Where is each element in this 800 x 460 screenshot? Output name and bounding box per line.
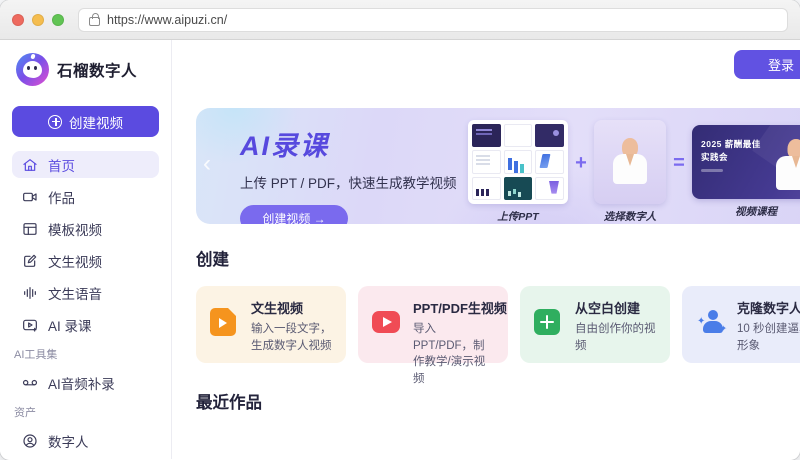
- main-content: 登录 ‹ AI录课 上传 PPT / PDF，快速生成教学视频 创建视频 → 上…: [172, 40, 800, 459]
- edit-icon: [24, 254, 37, 267]
- person-circle-icon: [23, 433, 37, 448]
- plus-circle-icon: [48, 114, 62, 129]
- template-icon: [23, 222, 37, 235]
- zoom-button[interactable]: [52, 13, 64, 26]
- digital-human-thumbnail: [594, 120, 666, 204]
- create-video-button[interactable]: 创建视频: [12, 106, 159, 137]
- ppt-thumbnail: [468, 120, 568, 204]
- section-assets-label: 资产: [14, 407, 36, 419]
- waveform-icon: [24, 286, 36, 299]
- step-upload-ppt: 上传PPT: [468, 120, 568, 224]
- login-button[interactable]: 登录: [734, 50, 800, 79]
- play-button-icon: [372, 311, 400, 333]
- card-clone-avatar[interactable]: ✦✦ 克隆数字人 10 秒创建逼真形象: [682, 286, 800, 363]
- hero-banner: ‹ AI录课 上传 PPT / PDF，快速生成教学视频 创建视频 → 上传PP…: [196, 108, 800, 224]
- sidebar-item-template-videos[interactable]: 模板视频: [12, 215, 159, 242]
- sidebar-item-audio-redub[interactable]: AI音频补录: [12, 369, 159, 396]
- brand-name: 石榴数字人: [57, 62, 138, 80]
- lock-icon: [89, 12, 100, 26]
- video-camera-icon: [23, 192, 37, 201]
- create-cards: 文生视频 输入一段文字，生成数字人视频 PPT/PDF生视频 导入PPT/PDF…: [196, 286, 800, 385]
- plus-sign: +: [575, 152, 587, 174]
- sidebar-item-digital-human[interactable]: 数字人: [12, 427, 159, 454]
- brand-logo-icon: [16, 53, 49, 86]
- screen: https://www.aipuzi.cn/ 石榴数字人 创建视频 首页 作品 …: [0, 0, 800, 460]
- slide-decoration: [701, 169, 723, 172]
- recent-works-title: 最近作品: [196, 394, 262, 412]
- sidebar-item-text-to-speech[interactable]: 文生语音: [12, 279, 159, 306]
- step-choose-avatar: 选择数字人: [594, 120, 666, 224]
- url-text: https://www.aipuzi.cn/: [107, 12, 228, 27]
- card-ppt-to-video[interactable]: PPT/PDF生视频 导入PPT/PDF，制作教学/演示视频: [358, 286, 508, 385]
- sidebar-item-home[interactable]: 首页: [12, 151, 159, 178]
- video-play-icon: [23, 319, 37, 332]
- create-section-title: 创建: [196, 251, 229, 269]
- hero-subtitle: 上传 PPT / PDF，快速生成教学视频: [240, 176, 457, 191]
- video-course-thumbnail: 2025 薪酬最佳 实践会: [692, 125, 800, 199]
- sidebar: 石榴数字人 创建视频 首页 作品 模板视频 文生视频 文生语音 AI 录课 AI…: [0, 40, 172, 459]
- section-ai-tools-label: AI工具集: [14, 349, 58, 361]
- close-button[interactable]: [12, 13, 24, 26]
- sidebar-item-ai-recording[interactable]: AI 录课: [12, 311, 159, 338]
- address-bar[interactable]: https://www.aipuzi.cn/: [78, 7, 788, 32]
- voicemail-icon: [22, 379, 38, 385]
- step-label: 上传PPT: [497, 211, 539, 223]
- window-controls: [12, 13, 64, 26]
- minimize-button[interactable]: [32, 13, 44, 26]
- recent-works-header: 最近作品 查看: [196, 389, 800, 413]
- equals-sign: =: [673, 152, 685, 174]
- hero-create-video-button[interactable]: 创建视频 →: [240, 205, 348, 224]
- home-icon: [23, 158, 37, 171]
- browser-chrome: https://www.aipuzi.cn/: [0, 0, 800, 40]
- hero-steps: 上传PPT + 选择数字人 = 2025 薪酬最佳 实践会 视频课程: [468, 120, 800, 224]
- step-video-course: 2025 薪酬最佳 实践会 视频课程: [692, 120, 800, 219]
- doc-play-icon: [210, 308, 236, 336]
- browser-window: https://www.aipuzi.cn/ 石榴数字人 创建视频 首页 作品 …: [0, 0, 800, 460]
- hero-title: AI录课: [240, 131, 329, 161]
- carousel-prev-button[interactable]: ‹: [203, 152, 211, 176]
- slide-title: 2025 薪酬最佳 实践会: [701, 139, 761, 162]
- card-blank-create[interactable]: 从空白创建 自由创作你的视频: [520, 286, 670, 363]
- card-text-to-video[interactable]: 文生视频 输入一段文字，生成数字人视频: [196, 286, 346, 363]
- brand: 石榴数字人: [12, 53, 159, 86]
- sidebar-item-text-to-video[interactable]: 文生视频: [12, 247, 159, 274]
- sidebar-item-works[interactable]: 作品: [12, 183, 159, 210]
- clone-person-icon: ✦ ✦: [696, 308, 727, 336]
- plus-square-icon: [534, 309, 560, 335]
- step-label: 视频课程: [735, 206, 777, 218]
- step-label: 选择数字人: [603, 211, 657, 223]
